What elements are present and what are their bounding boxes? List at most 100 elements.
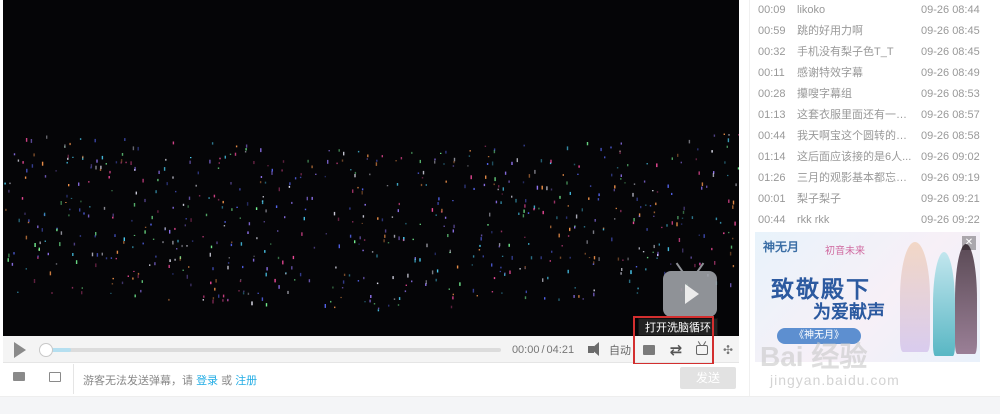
loop-button[interactable]: ⇄ — [665, 336, 687, 363]
big-play-button[interactable] — [663, 262, 717, 317]
register-link[interactable]: 注册 — [235, 375, 257, 387]
danmaku-list-button[interactable] — [13, 372, 27, 384]
glowstick — [210, 245, 213, 249]
danmaku-row[interactable]: 01:13 这套衣服里面还有一套... 09-26 08:57 — [750, 105, 990, 126]
danmaku-time: 00:01 — [758, 193, 786, 205]
glowstick — [132, 246, 134, 249]
danmaku-row[interactable]: 00:09 likoko 09-26 08:44 — [750, 0, 990, 21]
danmaku-row[interactable]: 00:28 攥嗖字幕组 09-26 08:53 — [750, 84, 990, 105]
danmaku-date: 09-26 08:49 — [921, 67, 980, 79]
glowstick — [242, 292, 245, 295]
glowstick — [24, 212, 26, 215]
glowstick — [168, 264, 170, 268]
glowstick — [37, 225, 39, 229]
glowstick — [264, 181, 267, 184]
danmaku-row[interactable]: 00:11 感谢特效字幕 09-26 08:49 — [750, 63, 990, 84]
danmaku-row[interactable]: 00:59 跳的好用力啊 09-26 08:45 — [750, 21, 990, 42]
glowstick — [402, 239, 405, 242]
glowstick — [500, 230, 503, 233]
glowstick — [300, 173, 302, 176]
volume-button[interactable] — [581, 336, 601, 363]
danmaku-row[interactable]: 01:14 这后面应该接的是6人... 09-26 09:02 — [750, 147, 990, 168]
glowstick — [524, 267, 526, 269]
danmaku-row[interactable]: 00:44 rkk rkk 09-26 09:22 — [750, 210, 990, 231]
glowstick — [38, 247, 40, 251]
danmaku-row[interactable]: 01:26 三月的观影基本都忘光... 09-26 09:19 — [750, 168, 990, 189]
glowstick — [103, 206, 106, 210]
glowstick — [11, 262, 14, 266]
send-button[interactable]: 发送 — [680, 367, 736, 389]
glowstick — [155, 255, 157, 258]
glowstick — [369, 299, 371, 303]
glowstick — [221, 206, 224, 209]
glowstick — [13, 252, 15, 255]
chat-icon — [13, 372, 25, 381]
player-page: 打开洗脑循环 00:00 / 04:21 自动 ⇄ ✣ 游客无法发送弹幕，请 登… — [0, 0, 1000, 414]
glowstick — [508, 243, 510, 247]
divider — [73, 364, 74, 394]
danmaku-row[interactable]: 00:32 手机没有梨子色T_T 09-26 08:45 — [750, 42, 990, 63]
glowstick — [275, 205, 278, 208]
glowstick — [732, 265, 735, 268]
glowstick — [190, 157, 192, 159]
glowstick — [391, 216, 394, 218]
glowstick — [419, 159, 421, 164]
glowstick — [666, 224, 668, 227]
glowstick — [482, 255, 484, 258]
glowstick — [656, 163, 658, 168]
tv-icon — [696, 344, 708, 355]
ad-logo: 神无月 — [763, 240, 800, 254]
glowstick — [163, 167, 166, 171]
glowstick — [467, 165, 469, 167]
glowstick — [47, 252, 49, 256]
glowstick — [224, 221, 226, 223]
glowstick — [558, 233, 560, 238]
video-area[interactable]: 打开洗脑循环 — [3, 0, 739, 336]
glowstick — [371, 251, 374, 253]
glowstick — [115, 257, 117, 260]
glowstick — [397, 304, 400, 306]
glowstick — [66, 161, 68, 164]
glowstick — [67, 154, 69, 158]
glowstick — [528, 243, 530, 245]
glowstick — [274, 278, 276, 283]
progress-knob[interactable] — [39, 343, 53, 357]
danmaku-row[interactable]: 00:44 我天啊宝这个圆转的要... 09-26 08:58 — [750, 126, 990, 147]
danmaku-time: 01:26 — [758, 172, 786, 184]
glowstick — [202, 299, 204, 301]
glowstick — [714, 261, 716, 265]
glowstick — [445, 150, 447, 154]
glowstick — [422, 170, 425, 175]
progress-bar[interactable] — [39, 343, 501, 357]
glowstick — [582, 298, 584, 300]
quality-auto[interactable]: 自动 — [607, 336, 633, 363]
glowstick — [212, 297, 215, 300]
login-link[interactable]: 登录 — [196, 375, 218, 387]
glowstick — [109, 170, 111, 174]
glowstick — [182, 269, 184, 271]
ad-close-icon[interactable]: ✕ — [962, 236, 976, 250]
danmaku-time: 01:14 — [758, 151, 786, 163]
glowstick — [228, 257, 230, 259]
glowstick — [25, 235, 28, 240]
glowstick — [230, 182, 232, 185]
play-button[interactable] — [11, 336, 29, 363]
glowstick — [728, 199, 730, 203]
glowstick — [646, 256, 649, 259]
settings-button[interactable]: ✣ — [719, 336, 737, 363]
glowstick — [443, 225, 445, 227]
glowstick — [652, 251, 654, 253]
tv-mode-button[interactable] — [692, 336, 712, 363]
glowstick — [397, 209, 399, 213]
glowstick — [246, 202, 249, 206]
glowstick — [195, 184, 197, 187]
glowstick — [140, 289, 142, 293]
glowstick — [190, 218, 192, 222]
danmaku-row[interactable]: 00:01 梨子梨子 09-26 09:21 — [750, 189, 990, 210]
glowstick — [369, 173, 371, 176]
danmaku-toggle-button[interactable] — [640, 336, 658, 363]
glowstick — [628, 279, 631, 283]
danmaku-style-button[interactable] — [49, 372, 63, 384]
time-current: 00:00 — [511, 343, 540, 356]
glowstick — [593, 256, 596, 260]
